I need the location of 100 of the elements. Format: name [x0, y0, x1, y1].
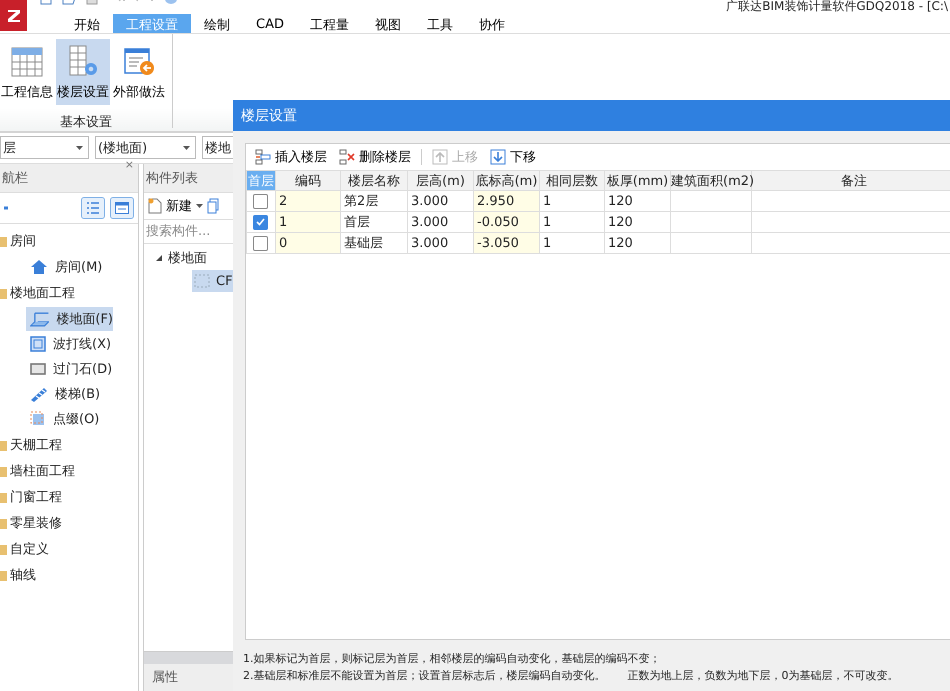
tree-item[interactable]: 波打线(X) [26, 332, 113, 356]
toolbar-button[interactable]: 删除楼层 [334, 146, 416, 168]
dotted-square-icon [30, 411, 46, 427]
floor-slab-icon [30, 311, 50, 327]
folder-icon [0, 570, 7, 580]
dropdown-caret-icon [196, 204, 203, 208]
table-cell[interactable]: 1 [276, 212, 340, 232]
ribbon-tab[interactable]: 工具 [414, 14, 466, 33]
expanded-triangle-icon[interactable] [156, 255, 162, 261]
table-cell[interactable]: 首层 [340, 212, 408, 232]
panel-title: 航栏 [2, 170, 28, 187]
folder-icon [0, 236, 7, 246]
ribbon-button[interactable]: 楼层设置 [56, 39, 110, 105]
tree-folder-label[interactable]: 零星装修 [10, 514, 62, 532]
tree-folder-label[interactable]: 自定义 [10, 540, 49, 558]
ribbon-button[interactable]: 外部做法 [112, 39, 166, 105]
checkbox[interactable] [253, 214, 268, 230]
column-header[interactable]: 编码 [276, 170, 340, 190]
dropdown-caret-icon [76, 146, 83, 150]
ribbon-tab[interactable]: 开始 [61, 14, 113, 33]
component-item[interactable]: CF [192, 270, 235, 292]
folder-icon [0, 288, 7, 298]
ribbon-tab[interactable]: CAD [243, 14, 297, 33]
house-icon [30, 259, 48, 275]
folder-icon [0, 518, 7, 528]
table-cell[interactable]: 1 [540, 190, 604, 212]
note-text: 正数为地上层，负数为地下层，0为基础层，不可改变。 [628, 668, 898, 684]
note-text: 1.如果标记为首层，则标记层为首层，相邻楼层的编码自动变化，基础层的编码不变； [243, 651, 660, 667]
table-cell[interactable]: 120 [604, 232, 670, 254]
tree-folder-label[interactable]: 墙柱面工程 [10, 462, 75, 480]
up-arrow-icon [432, 149, 448, 165]
copy-icon[interactable] [207, 198, 219, 214]
toolbar-button[interactable]: 插入楼层 [250, 146, 332, 168]
column-header[interactable]: 底标高(m) [474, 170, 540, 190]
tree-item[interactable]: 楼梯(B) [26, 382, 113, 406]
table-cell[interactable]: -0.050 [474, 212, 540, 232]
tree-folder-label[interactable]: 门窗工程 [10, 488, 62, 506]
tree-folder-label[interactable]: 楼地面工程 [10, 284, 75, 302]
column-header[interactable]: 楼层名称 [340, 170, 408, 190]
ribbon-tab[interactable]: 视图 [362, 14, 414, 33]
toolbar-button[interactable]: 下移 [485, 146, 541, 168]
folder-icon [0, 466, 7, 476]
tree-item[interactable]: 过门石(D) [26, 357, 113, 381]
table-grid-icon [11, 47, 43, 77]
framed-square-icon [30, 336, 46, 352]
table-cell[interactable]: 2 [276, 190, 340, 212]
selector-dropdown[interactable]: 层 [0, 136, 89, 159]
column-header[interactable]: 建筑面积(m2) [670, 170, 752, 190]
tree-folder-label[interactable]: 轴线 [10, 566, 36, 584]
window-title: 广联达BIM装饰计量软件GDQ2018 - [C:\ [726, 0, 948, 15]
new-button[interactable]: 新建 [148, 197, 203, 215]
folder-icon [0, 544, 7, 554]
down-arrow-icon [490, 149, 506, 165]
checkbox[interactable] [253, 236, 268, 250]
note-text: 2.基础层和标准层不能设置为首层；设置首层标志后，楼层编码自动变化。 [243, 668, 606, 684]
rectangle-icon [30, 363, 46, 375]
selector-dropdown[interactable]: (楼地面) [95, 136, 196, 159]
column-header[interactable]: 板厚(mm) [604, 170, 670, 190]
folder-icon [0, 492, 7, 502]
column-header[interactable]: 备注 [752, 170, 950, 190]
document-arrow-icon [123, 47, 155, 77]
table-cell[interactable]: 2.950 [474, 190, 540, 212]
dialog-title: 楼层设置 [241, 106, 297, 124]
table-cell[interactable]: 1 [540, 232, 604, 254]
checkbox[interactable] [253, 194, 268, 208]
dropdown-caret-icon [183, 146, 190, 150]
ribbon-tab[interactable]: 协作 [466, 14, 518, 33]
stairs-icon [30, 386, 48, 402]
ribbon-button[interactable]: 工程信息 [0, 39, 54, 105]
building-gear-icon [67, 45, 99, 77]
list-view-button[interactable] [81, 197, 105, 219]
delete-rows-icon [339, 149, 355, 165]
tree-item[interactable]: 楼地面(F) [26, 307, 113, 331]
window-icon [115, 202, 129, 214]
ribbon-tab[interactable]: 工程量 [296, 14, 362, 33]
table-cell[interactable]: -3.050 [474, 232, 540, 254]
tree-folder-label[interactable]: 天棚工程 [10, 436, 62, 454]
app-logo[interactable] [0, 0, 27, 31]
column-header[interactable]: 层高(m) [408, 170, 474, 190]
tree-item[interactable]: 点缀(O) [26, 407, 113, 431]
list-icon [86, 202, 100, 214]
checkmark-icon [256, 218, 265, 226]
dashed-square-icon [194, 274, 210, 288]
tree-item[interactable]: 房间(M) [26, 255, 113, 279]
ribbon-tab[interactable]: 绘制 [191, 14, 243, 33]
insert-rows-icon [255, 149, 271, 165]
table-cell[interactable]: 120 [604, 190, 670, 212]
table-cell[interactable]: 1 [540, 212, 604, 232]
table-cell[interactable]: 120 [604, 212, 670, 232]
tree-folder-label[interactable]: 房间 [10, 232, 36, 250]
column-header[interactable]: 相同层数 [540, 170, 604, 190]
detail-view-button[interactable] [110, 197, 134, 219]
tree-node-label[interactable]: 楼地面 [168, 249, 207, 267]
folder-icon [0, 440, 7, 450]
properties-header: 属性 [144, 664, 235, 691]
table-cell[interactable]: 0 [276, 232, 340, 254]
close-icon[interactable]: × [124, 158, 134, 171]
table-cell[interactable]: 基础层 [340, 232, 408, 254]
table-cell[interactable]: 第2层 [340, 190, 408, 212]
ribbon-group-label: 基本设置 [59, 114, 113, 131]
